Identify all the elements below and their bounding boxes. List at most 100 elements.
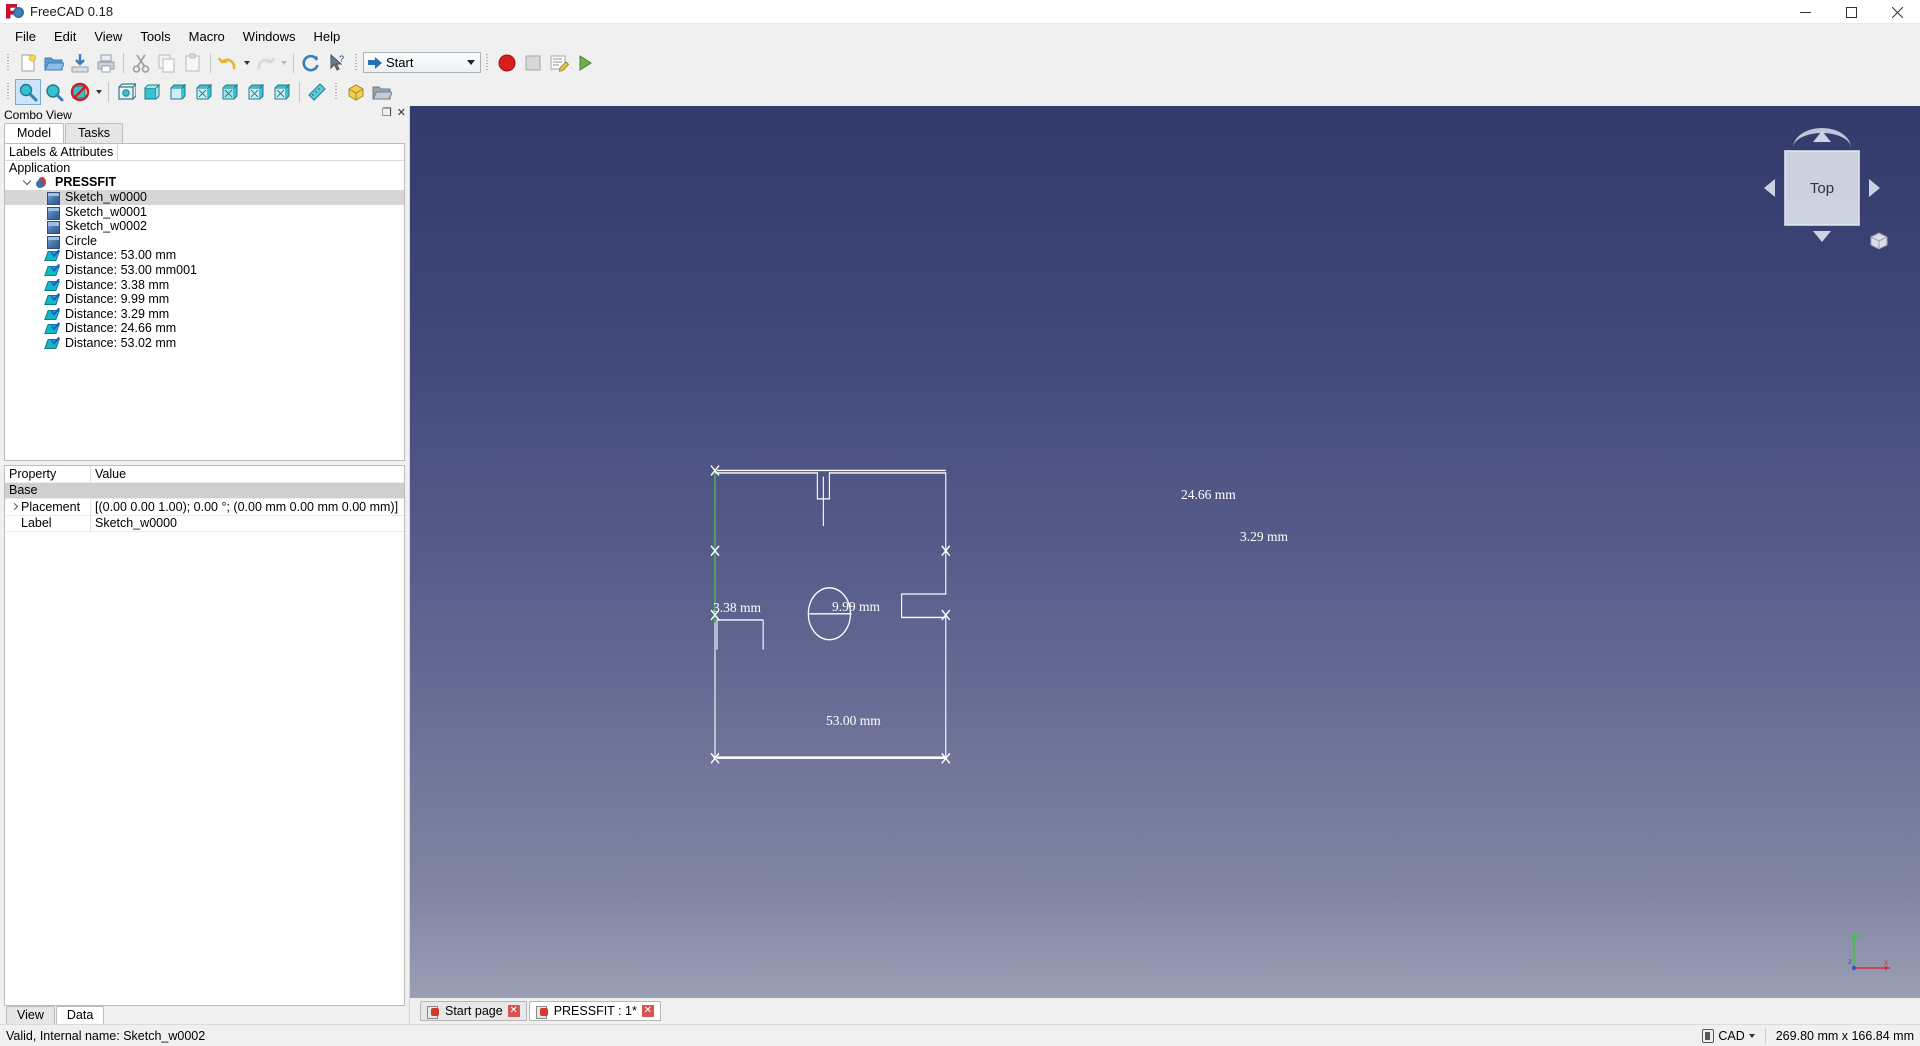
menu-macro[interactable]: Macro bbox=[180, 26, 234, 47]
close-tab-icon[interactable]: ✕ bbox=[641, 1005, 654, 1017]
freecad-logo-icon bbox=[6, 3, 24, 21]
refresh-icon[interactable] bbox=[298, 50, 324, 76]
constraint-icon bbox=[45, 293, 61, 306]
menu-view[interactable]: View bbox=[85, 26, 131, 47]
rear-view-icon[interactable] bbox=[217, 79, 243, 105]
workbench-arrow-icon bbox=[368, 56, 382, 69]
paste-icon[interactable] bbox=[180, 50, 206, 76]
undock-icon[interactable]: ❐ bbox=[382, 107, 392, 120]
menu-tools[interactable]: Tools bbox=[131, 26, 179, 47]
chevron-right-icon[interactable] bbox=[9, 503, 21, 511]
front-view-icon[interactable] bbox=[139, 79, 165, 105]
tab-view[interactable]: View bbox=[6, 1006, 55, 1024]
tree-item[interactable]: Distance: 53.00 mm bbox=[5, 249, 404, 264]
isometric-view-icon[interactable] bbox=[113, 79, 139, 105]
close-panel-icon[interactable]: ✕ bbox=[397, 107, 406, 120]
toolbar-grip[interactable] bbox=[353, 52, 360, 74]
property-row[interactable]: Placement [(0.00 0.00 1.00); 0.00 °; (0.0… bbox=[5, 498, 404, 516]
tree-item[interactable]: Sketch_w0001 bbox=[5, 205, 404, 220]
tab-start-page[interactable]: Start page ✕ bbox=[420, 1001, 527, 1021]
draw-style-dropdown-icon[interactable] bbox=[93, 79, 104, 105]
tab-data[interactable]: Data bbox=[55, 1006, 105, 1024]
tab-pressfit[interactable]: PRESSFIT : 1* ✕ bbox=[528, 1001, 661, 1021]
tree-item[interactable]: Circle bbox=[5, 234, 404, 249]
menu-windows[interactable]: Windows bbox=[234, 26, 305, 47]
tree-item[interactable]: Distance: 3.29 mm bbox=[5, 307, 404, 322]
unit-system-label: CAD bbox=[1718, 1028, 1745, 1043]
tree-item[interactable]: Distance: 9.99 mm bbox=[5, 292, 404, 307]
open-document-icon[interactable] bbox=[41, 50, 67, 76]
whats-this-icon[interactable]: ? bbox=[324, 50, 350, 76]
close-tab-icon[interactable]: ✕ bbox=[507, 1005, 520, 1017]
toolbar-grip[interactable] bbox=[333, 81, 340, 103]
redo-icon[interactable] bbox=[252, 50, 278, 76]
chevron-down-icon[interactable] bbox=[19, 177, 35, 186]
start-page-icon bbox=[427, 1005, 440, 1019]
toolbar-grip[interactable] bbox=[5, 52, 12, 74]
new-document-icon[interactable] bbox=[15, 50, 41, 76]
model-tree[interactable]: Labels & Attributes Application PRESSFIT S… bbox=[4, 143, 405, 461]
tree-item[interactable]: PRESSFIT bbox=[5, 176, 404, 191]
sketch-geometry bbox=[710, 464, 951, 764]
draw-style-icon[interactable] bbox=[67, 79, 93, 105]
unit-system-selector[interactable]: CAD bbox=[1702, 1028, 1755, 1043]
macro-edit-icon[interactable] bbox=[546, 50, 572, 76]
viewport-dimensions: 269.80 mm x 166.84 mm bbox=[1775, 1028, 1914, 1043]
property-editor[interactable]: Property Value Base Placement [(0.00 0.00 … bbox=[4, 465, 405, 1006]
copy-icon[interactable] bbox=[154, 50, 180, 76]
toolbar-grip[interactable] bbox=[5, 81, 12, 103]
fit-all-icon[interactable] bbox=[15, 78, 41, 105]
print-document-icon[interactable] bbox=[93, 50, 119, 76]
toolbar-separator bbox=[123, 52, 124, 73]
dimension-label-53-00[interactable]: 53.00 mm bbox=[826, 713, 881, 729]
measure-icon[interactable] bbox=[304, 79, 330, 105]
macro-stop-icon[interactable] bbox=[520, 50, 546, 76]
status-bar: Valid, Internal name: Sketch_w0002 CAD 2… bbox=[0, 1024, 1920, 1046]
menu-help[interactable]: Help bbox=[305, 26, 350, 47]
cut-icon[interactable] bbox=[128, 50, 154, 76]
tree-item[interactable]: Sketch_w0002 bbox=[5, 219, 404, 235]
dimension-label-3-29[interactable]: 3.29 mm bbox=[1240, 529, 1288, 545]
maximize-button[interactable] bbox=[1828, 0, 1874, 24]
bottom-view-icon[interactable] bbox=[243, 79, 269, 105]
undo-icon[interactable] bbox=[215, 50, 241, 76]
tree-item-label: Distance: 53.00 mm001 bbox=[65, 262, 198, 277]
macro-record-icon[interactable] bbox=[494, 50, 520, 76]
top-view-icon[interactable] bbox=[165, 79, 191, 105]
right-view-icon[interactable] bbox=[191, 79, 217, 105]
property-row[interactable]: Label Sketch_w0000 bbox=[5, 515, 404, 532]
tree-header-label: Labels & Attributes bbox=[9, 145, 114, 159]
undo-dropdown-icon[interactable] bbox=[241, 50, 252, 76]
tab-tasks[interactable]: Tasks bbox=[65, 123, 123, 143]
dimension-label-9-99[interactable]: 9.99 mm bbox=[832, 599, 880, 615]
left-view-icon[interactable] bbox=[269, 79, 295, 105]
property-value[interactable]: [(0.00 0.00 1.00); 0.00 °; (0.00 mm 0.00… bbox=[91, 500, 404, 514]
toolbar-grip[interactable] bbox=[484, 52, 491, 74]
property-group-row: Base bbox=[5, 482, 404, 499]
create-group-icon[interactable] bbox=[369, 79, 395, 105]
minimize-button[interactable] bbox=[1782, 0, 1828, 24]
preferences-icon bbox=[1702, 1028, 1715, 1043]
tree-item[interactable]: Distance: 3.38 mm bbox=[5, 278, 404, 293]
tree-item[interactable]: Distance: 24.66 mm bbox=[5, 322, 404, 337]
tab-model[interactable]: Model bbox=[4, 123, 65, 143]
main-body: Combo View ❐ ✕ Model Tasks Labels & Attr… bbox=[0, 106, 1920, 1024]
dimension-label-24-66[interactable]: 24.66 mm bbox=[1181, 487, 1236, 503]
tree-item[interactable]: Application bbox=[5, 161, 404, 176]
tree-item[interactable]: Distance: 53.02 mm bbox=[5, 336, 404, 351]
redo-dropdown-icon[interactable] bbox=[278, 50, 289, 76]
3d-viewport[interactable]: Top 24.66 mm 3.29 mm 3.38 mm 9.99 mm 53.… bbox=[410, 106, 1920, 998]
menu-edit[interactable]: Edit bbox=[45, 26, 85, 47]
workbench-selector[interactable]: Start bbox=[363, 52, 481, 73]
macro-execute-icon[interactable] bbox=[572, 50, 598, 76]
property-value[interactable]: Sketch_w0000 bbox=[91, 516, 404, 530]
fit-selection-icon[interactable] bbox=[41, 79, 67, 105]
tree-item[interactable]: Sketch_w0000 bbox=[5, 190, 404, 205]
close-button[interactable] bbox=[1874, 0, 1920, 24]
menu-file[interactable]: File bbox=[6, 26, 45, 47]
dimension-label-3-38[interactable]: 3.38 mm bbox=[713, 600, 761, 616]
tree-item[interactable]: Distance: 53.00 mm001 bbox=[5, 263, 404, 278]
create-part-icon[interactable] bbox=[343, 79, 369, 105]
save-document-icon[interactable] bbox=[67, 50, 93, 76]
constraint-icon bbox=[45, 249, 61, 262]
